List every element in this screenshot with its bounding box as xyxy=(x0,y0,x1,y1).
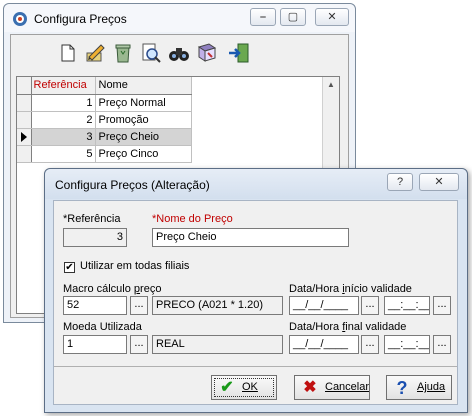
row-indicator xyxy=(17,145,32,163)
button-separator xyxy=(54,366,457,367)
new-doc-icon[interactable] xyxy=(55,41,79,65)
row-indicator-header xyxy=(17,77,32,95)
app-icon xyxy=(12,11,28,27)
dialog-title: Configura Preços (Alteração) xyxy=(55,178,210,192)
macro-field[interactable]: 52 xyxy=(63,296,127,315)
final-time-picker-button[interactable]: ... xyxy=(433,335,451,354)
table-row[interactable]: 5 Preço Cinco xyxy=(17,145,192,163)
cancelar-button-label: Cancelar xyxy=(325,381,370,393)
ajuda-button-label: Ajuda xyxy=(417,381,446,393)
ok-button-label: OK xyxy=(242,381,258,393)
referencia-field: 3 xyxy=(63,228,127,247)
final-time-field[interactable]: __:__:__ xyxy=(384,335,430,354)
grid-header-row: Referência Nome xyxy=(17,77,192,95)
preview-search-icon[interactable] xyxy=(139,41,163,65)
find-binoculars-icon[interactable] xyxy=(167,41,191,65)
row-indicator xyxy=(17,94,32,112)
nome-field[interactable]: Preço Cheio xyxy=(152,228,349,247)
cancelar-button[interactable]: ✖ Cancelar xyxy=(294,375,370,400)
maximize-button[interactable]: ▢ xyxy=(280,8,306,26)
exit-door-icon[interactable] xyxy=(227,41,251,65)
ok-button[interactable]: ✔ OK xyxy=(211,375,277,400)
utilizar-label: Utilizar em todas filiais xyxy=(80,260,190,272)
cell-nome: Preço Normal xyxy=(95,94,192,112)
cell-referencia: 3 xyxy=(31,128,96,146)
scroll-up-arrow-icon[interactable]: ▲ xyxy=(323,77,339,93)
cancel-x-icon: ✖ xyxy=(303,379,317,396)
toolbar xyxy=(11,35,348,71)
moeda-description: REAL xyxy=(152,335,283,354)
dialog-title-bar[interactable]: Configura Preços (Alteração) ? ✕ xyxy=(45,169,467,199)
macro-description: PRECO (A021 * 1.20) xyxy=(152,296,283,315)
help-question-icon: ? xyxy=(396,378,408,398)
macro-lookup-button[interactable]: ... xyxy=(130,296,148,315)
inicio-validade-label: Data/Hora início validade xyxy=(289,283,412,295)
title-bar[interactable]: Configura Preços ⎯ ▢ ✕ xyxy=(4,4,355,32)
cell-referencia: 5 xyxy=(31,145,96,163)
table-row-selected[interactable]: 3 Preço Cheio xyxy=(17,128,192,146)
recycle-delete-icon[interactable] xyxy=(111,41,135,65)
table-row[interactable]: 2 Promoção xyxy=(17,111,192,129)
inicio-date-field[interactable]: __/__/____ xyxy=(289,296,359,315)
final-validade-label: Data/Hora final validade xyxy=(289,321,407,333)
cell-nome: Preço Cinco xyxy=(95,145,192,163)
moeda-lookup-button[interactable]: ... xyxy=(130,335,148,354)
edit-pencil-icon[interactable] xyxy=(83,41,107,65)
cell-referencia: 1 xyxy=(31,94,96,112)
checkmark-icon: ✔ xyxy=(220,379,234,396)
help-title-button[interactable]: ? xyxy=(387,173,413,191)
close-button[interactable]: ✕ xyxy=(315,8,349,26)
settings-icon[interactable] xyxy=(195,41,219,65)
inicio-time-picker-button[interactable]: ... xyxy=(433,296,451,315)
row-indicator xyxy=(17,128,32,146)
inicio-time-field[interactable]: __:__:__ xyxy=(384,296,430,315)
final-date-field[interactable]: __/__/____ xyxy=(289,335,359,354)
column-header-nome[interactable]: Nome xyxy=(95,77,192,95)
macro-label: Macro cálculo preço xyxy=(63,283,162,295)
utilizar-checkbox[interactable]: ✔ xyxy=(64,262,75,273)
current-row-arrow-icon xyxy=(21,131,27,142)
nome-label: *Nome do Preço xyxy=(152,213,233,225)
alteracao-dialog: Configura Preços (Alteração) ? ✕ *Referê… xyxy=(44,168,468,413)
dialog-close-button[interactable]: ✕ xyxy=(419,173,459,191)
moeda-field[interactable]: 1 xyxy=(63,335,127,354)
minimize-button[interactable]: ⎯ xyxy=(250,8,276,26)
column-header-referencia[interactable]: Referência xyxy=(31,77,96,95)
referencia-label: *Referência xyxy=(63,213,121,225)
moeda-label: Moeda Utilizada xyxy=(63,321,142,333)
ajuda-button[interactable]: ? Ajuda xyxy=(386,375,452,400)
cell-nome: Promoção xyxy=(95,111,192,129)
row-indicator xyxy=(17,111,32,129)
final-date-picker-button[interactable]: ... xyxy=(361,335,379,354)
window-title: Configura Preços xyxy=(34,12,127,26)
inicio-date-picker-button[interactable]: ... xyxy=(361,296,379,315)
dialog-client-area: *Referência 3 *Nome do Preço Preço Cheio… xyxy=(53,200,458,405)
cell-nome: Preço Cheio xyxy=(95,128,192,146)
table-row[interactable]: 1 Preço Normal xyxy=(17,94,192,112)
cell-referencia: 2 xyxy=(31,111,96,129)
